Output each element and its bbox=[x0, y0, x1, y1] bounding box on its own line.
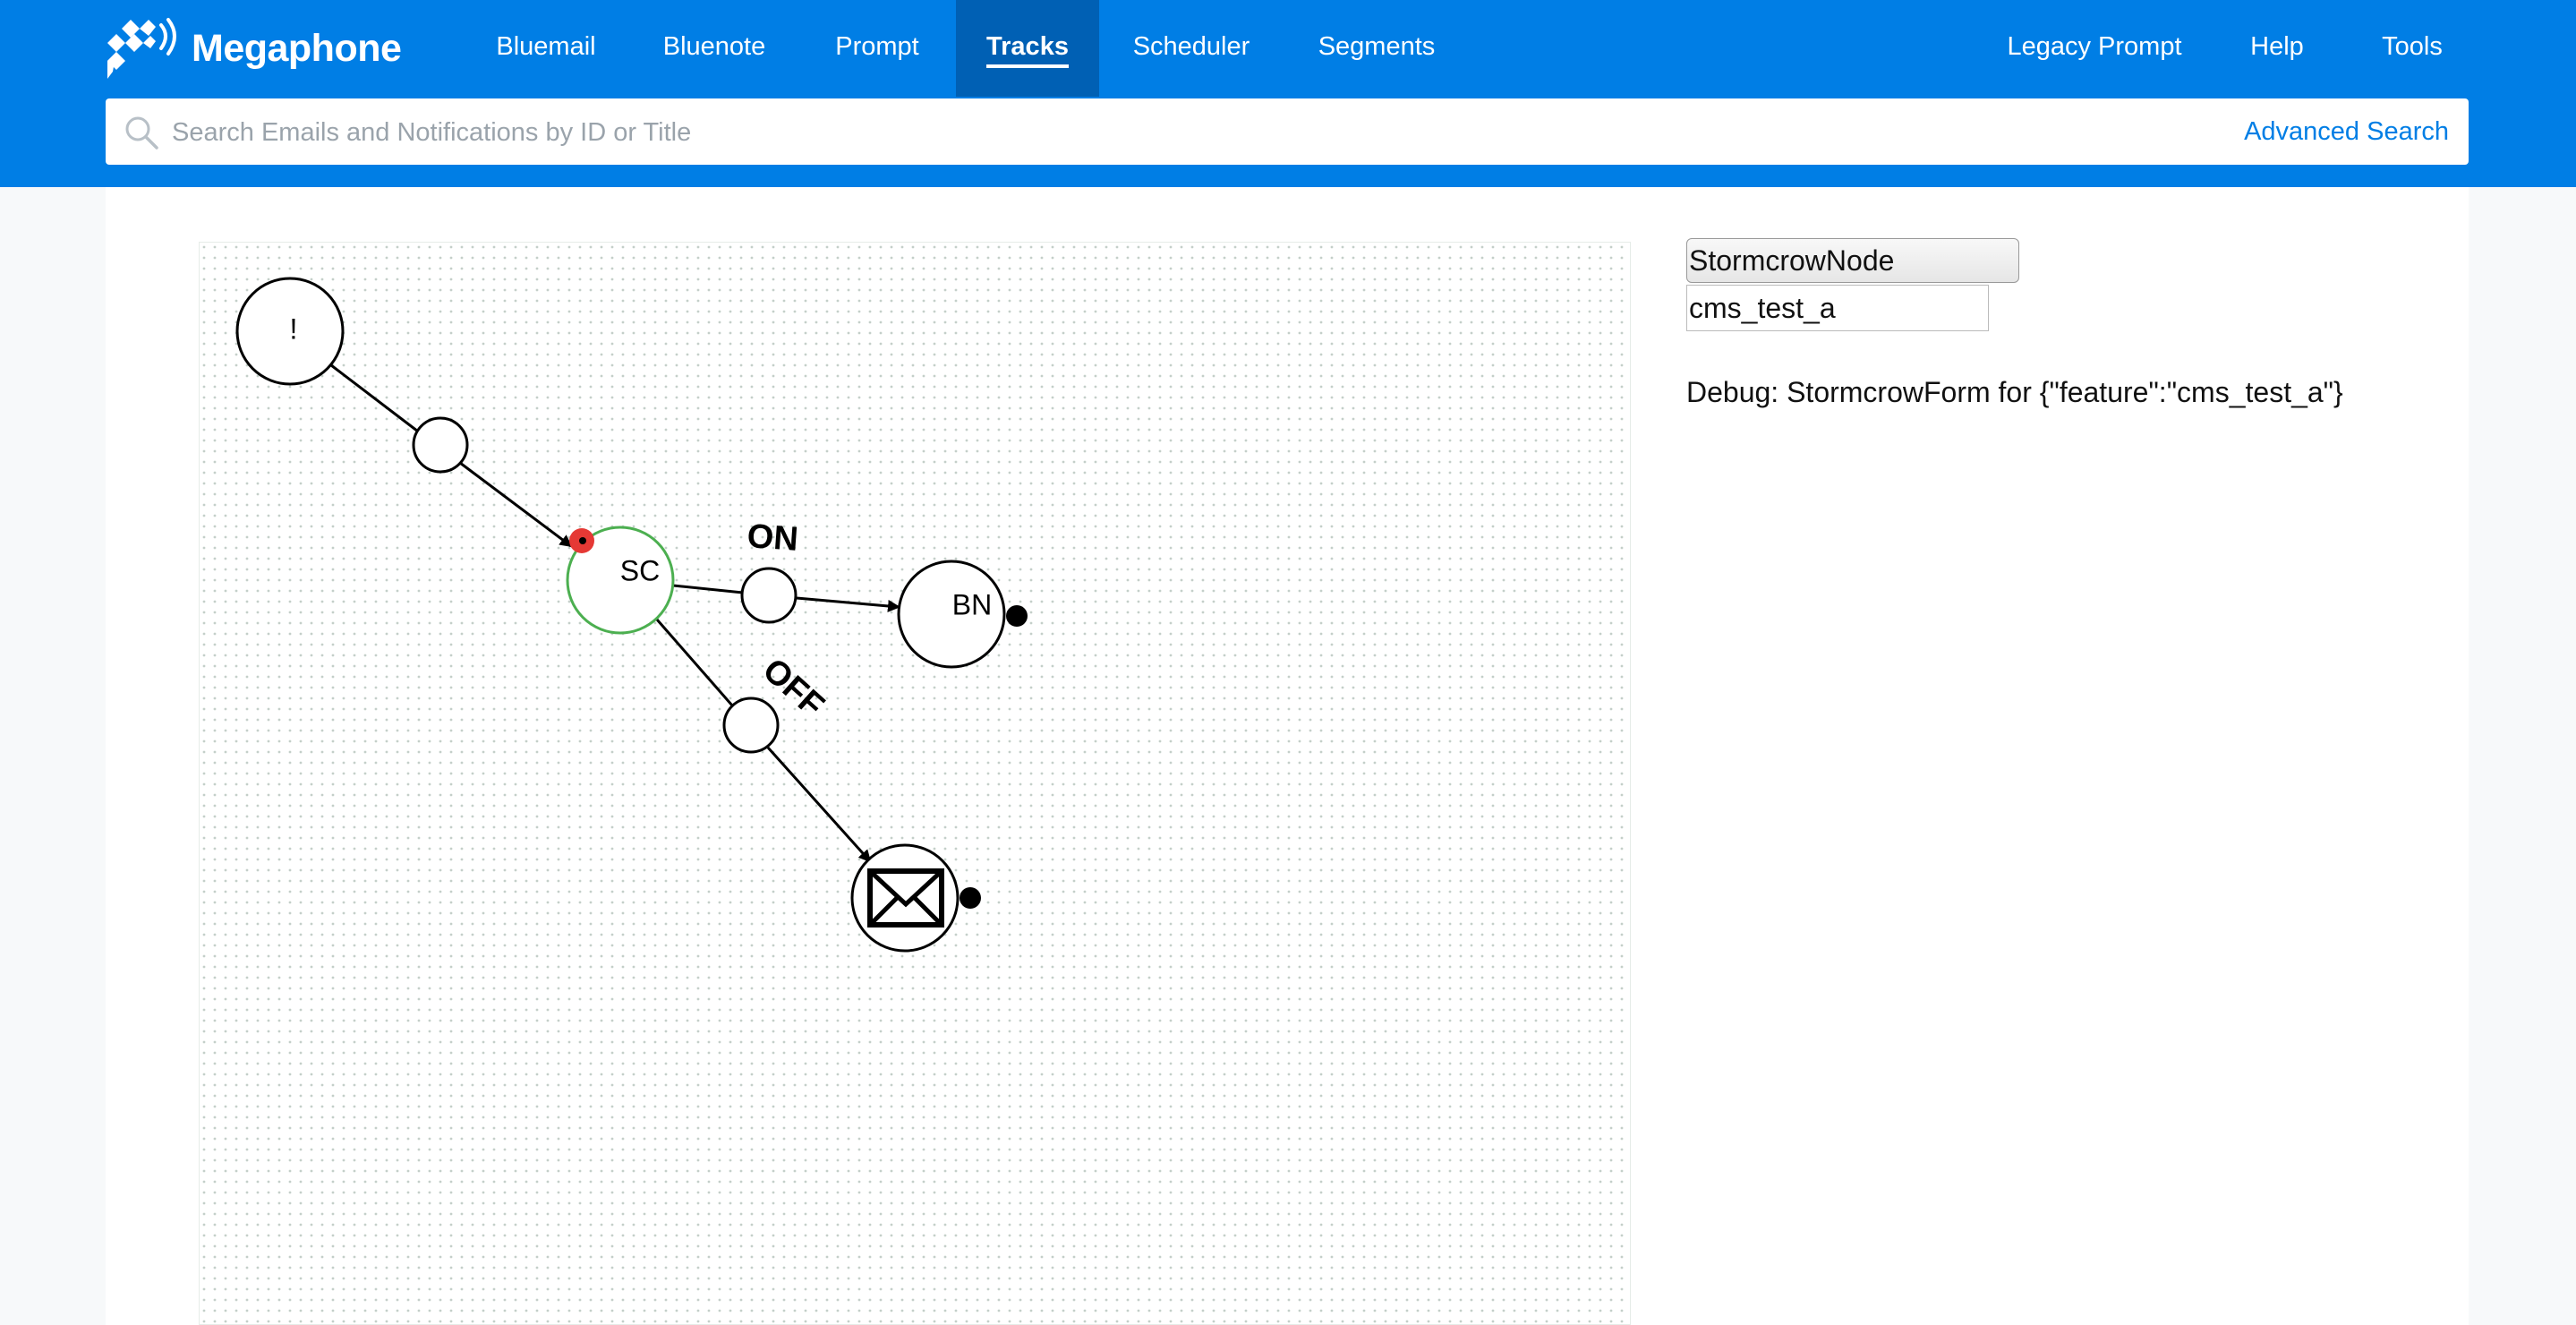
off-branch-connector[interactable] bbox=[722, 697, 780, 754]
bluenote-node[interactable]: BN bbox=[897, 560, 1006, 669]
nav-tracks[interactable]: Tracks bbox=[956, 0, 1099, 97]
track-graph-canvas[interactable]: ! SC ON OFF BN bbox=[199, 242, 1631, 1325]
search-bar: Advanced Search bbox=[106, 98, 2469, 167]
nav-scheduler[interactable]: Scheduler bbox=[1113, 0, 1269, 97]
brand-logo[interactable]: Megaphone bbox=[104, 16, 402, 81]
nav-tools[interactable]: Tools bbox=[2363, 0, 2461, 97]
on-branch-label: ON bbox=[746, 517, 799, 559]
bluenote-node-label: BN bbox=[952, 588, 992, 620]
email-node[interactable] bbox=[850, 843, 960, 953]
edge-connector-node[interactable] bbox=[412, 416, 469, 474]
node-type-select[interactable]: StormcrowNode bbox=[1686, 238, 2019, 283]
on-branch-connector[interactable] bbox=[740, 567, 798, 624]
trigger-node[interactable]: ! bbox=[235, 277, 345, 386]
nav-bluenote[interactable]: Bluenote bbox=[643, 0, 786, 97]
stormcrow-node-label: SC bbox=[620, 554, 660, 586]
trigger-node-label: ! bbox=[290, 312, 298, 345]
input-port-dot bbox=[579, 537, 586, 544]
feature-input[interactable] bbox=[1686, 285, 1989, 331]
nav-bluemail[interactable]: Bluemail bbox=[465, 0, 627, 97]
nav-label: Bluemail bbox=[496, 32, 596, 61]
megaphone-logo-icon bbox=[107, 18, 176, 79]
nav-label: Tracks bbox=[986, 32, 1069, 68]
brand-name: Megaphone bbox=[192, 26, 402, 70]
nav-prompt[interactable]: Prompt bbox=[806, 0, 949, 97]
search-icon bbox=[125, 116, 158, 150]
nav-label: Bluenote bbox=[662, 32, 766, 61]
envelope-icon bbox=[867, 868, 944, 928]
output-port[interactable] bbox=[960, 887, 981, 909]
nav-help[interactable]: Help bbox=[2232, 0, 2322, 97]
top-header: Megaphone Bluemail Bluenote Prompt Track… bbox=[0, 0, 2576, 187]
advanced-search-link[interactable]: Advanced Search bbox=[2244, 98, 2449, 165]
nav-legacy-prompt[interactable]: Legacy Prompt bbox=[1994, 0, 2195, 97]
nav-label: Legacy Prompt bbox=[2007, 32, 2182, 61]
nav-label: Segments bbox=[1318, 32, 1436, 61]
nav-label: Scheduler bbox=[1132, 32, 1250, 61]
grid-background bbox=[199, 242, 1631, 1325]
debug-output: Debug: StormcrowForm for {"feature":"cms… bbox=[1686, 376, 2343, 408]
nav-label: Help bbox=[2250, 32, 2304, 61]
nav-label: Prompt bbox=[835, 32, 919, 61]
search-input[interactable] bbox=[170, 98, 2232, 167]
output-port[interactable] bbox=[1006, 605, 1028, 627]
nav-label: Tools bbox=[2382, 32, 2443, 61]
nav-segments[interactable]: Segments bbox=[1303, 0, 1450, 97]
